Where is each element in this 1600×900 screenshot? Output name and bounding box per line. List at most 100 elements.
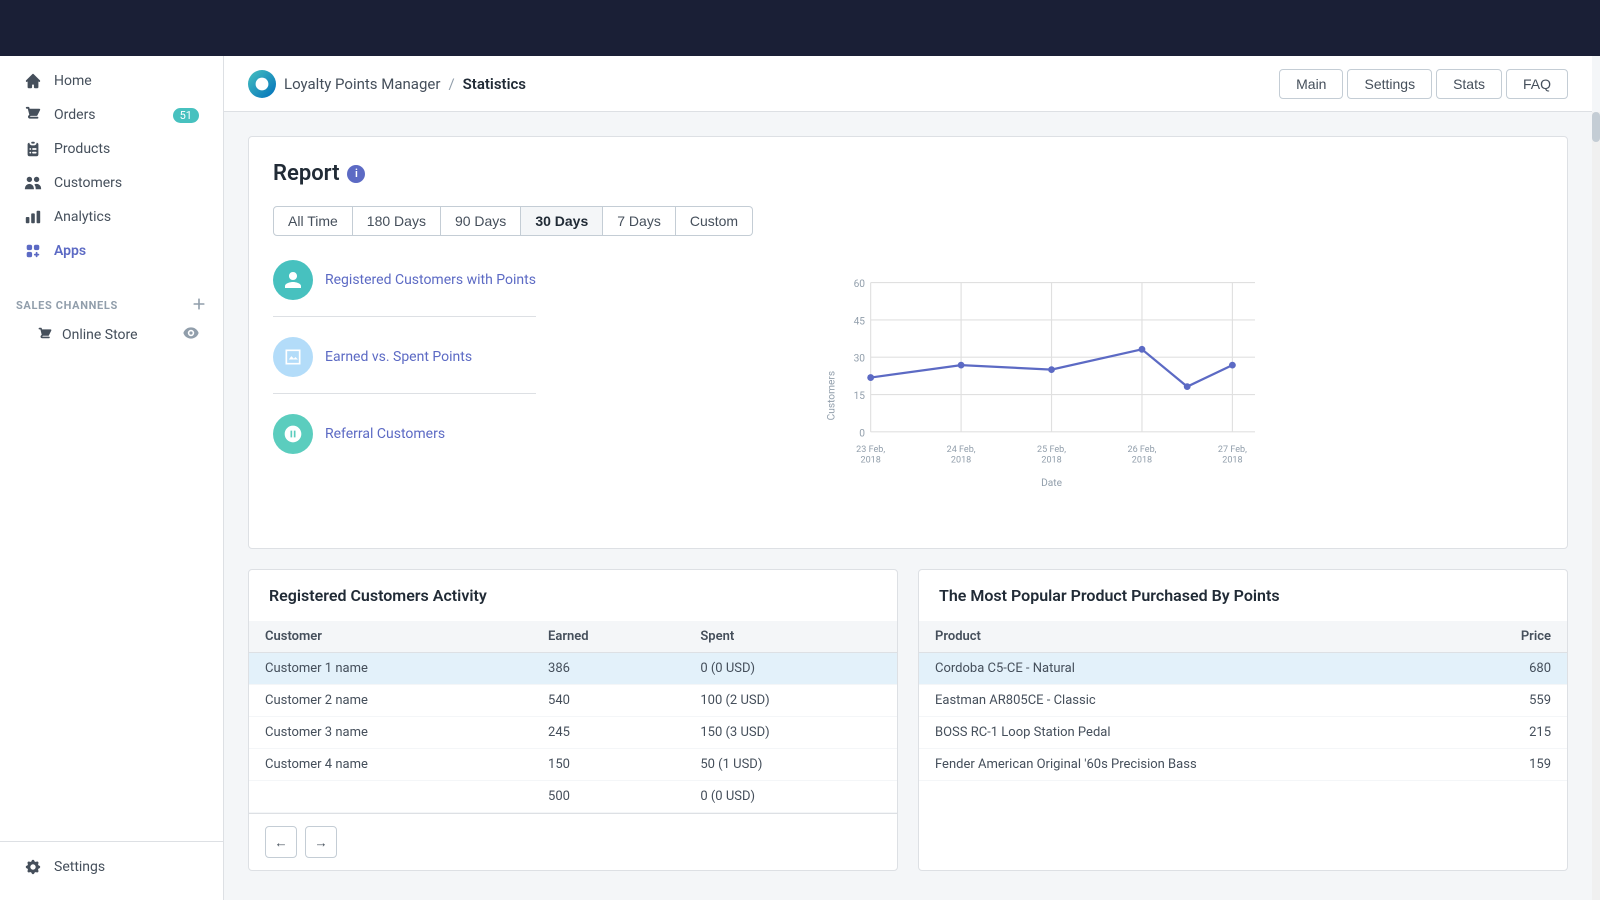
sidebar-item-label: Customers: [54, 175, 122, 191]
table-row[interactable]: 500 0 (0 USD): [249, 781, 897, 813]
registered-icon: [273, 260, 313, 300]
svg-text:23 Feb,: 23 Feb,: [856, 445, 885, 455]
product-price: 680: [1454, 653, 1567, 685]
customers-activity-card: Registered Customers Activity Customer E…: [248, 569, 898, 871]
time-filters: All Time 180 Days 90 Days 30 Days 7 Days…: [273, 206, 1543, 236]
tab-stats[interactable]: Stats: [1436, 69, 1502, 99]
svg-text:2018: 2018: [1041, 455, 1061, 465]
svg-text:30: 30: [854, 354, 866, 365]
svg-text:2018: 2018: [860, 455, 880, 465]
home-icon: [24, 72, 42, 90]
app-name: Loyalty Points Manager: [284, 75, 440, 93]
filter-180-days[interactable]: 180 Days: [353, 206, 441, 236]
earned-val: 150: [532, 749, 684, 781]
sidebar-item-products[interactable]: Products: [8, 132, 215, 166]
filter-30-days[interactable]: 30 Days: [521, 206, 603, 236]
table-row[interactable]: BOSS RC-1 Loop Station Pedal 215: [919, 717, 1567, 749]
sales-channels-title: SALES CHANNELS: [16, 299, 118, 312]
col-customer: Customer: [249, 621, 532, 653]
col-price: Price: [1454, 621, 1567, 653]
products-table-title: The Most Popular Product Purchased By Po…: [919, 570, 1567, 621]
app-header: Loyalty Points Manager / Statistics Main…: [224, 56, 1592, 112]
product-name: Eastman AR805CE - Classic: [919, 685, 1454, 717]
filter-7-days[interactable]: 7 Days: [603, 206, 676, 236]
info-icon[interactable]: i: [347, 165, 365, 183]
customer-name: Customer 2 name: [249, 685, 532, 717]
customer-name: Customer 1 name: [249, 653, 532, 685]
sidebar-item-analytics[interactable]: Analytics: [8, 200, 215, 234]
sidebar-item-home[interactable]: Home: [8, 64, 215, 98]
online-store-label: Online Store: [62, 327, 138, 343]
product-price: 159: [1454, 749, 1567, 781]
scrollbar-track[interactable]: [1592, 112, 1600, 900]
sidebar-item-customers[interactable]: Customers: [8, 166, 215, 200]
top-bar: [0, 0, 1600, 56]
sidebar-item-label: Analytics: [54, 209, 111, 225]
legend-referral-label: Referral Customers: [325, 426, 445, 442]
tab-main[interactable]: Main: [1279, 69, 1343, 99]
tables-row: Registered Customers Activity Customer E…: [248, 569, 1568, 871]
table-row[interactable]: Customer 3 name 245 150 (3 USD): [249, 717, 897, 749]
svg-text:2018: 2018: [951, 455, 971, 465]
svg-text:15: 15: [854, 391, 866, 402]
spent-val: 100 (2 USD): [684, 685, 897, 717]
table-row[interactable]: Cordoba C5-CE - Natural 680: [919, 653, 1567, 685]
tab-faq[interactable]: FAQ: [1506, 69, 1568, 99]
customers-icon: [24, 174, 42, 192]
legend-referral[interactable]: Referral Customers: [273, 414, 536, 470]
legend-registered[interactable]: Registered Customers with Points: [273, 260, 536, 317]
filter-custom[interactable]: Custom: [676, 206, 753, 236]
analytics-icon: [24, 208, 42, 226]
filter-90-days[interactable]: 90 Days: [441, 206, 521, 236]
earned-val: 500: [532, 781, 684, 813]
table-row[interactable]: Customer 4 name 150 50 (1 USD): [249, 749, 897, 781]
sidebar-item-apps[interactable]: Apps: [8, 234, 215, 268]
svg-text:26 Feb,: 26 Feb,: [1127, 445, 1156, 455]
svg-text:Customers: Customers: [826, 371, 837, 420]
customers-table-title: Registered Customers Activity: [249, 570, 897, 621]
customer-name: Customer 4 name: [249, 749, 532, 781]
product-name: Fender American Original '60s Precision …: [919, 749, 1454, 781]
prev-page-button[interactable]: ←: [265, 826, 297, 858]
products-table: Product Price Cordoba C5-CE - Natural 68…: [919, 621, 1567, 781]
customers-table: Customer Earned Spent Customer 1 name 38…: [249, 621, 897, 813]
table-row[interactable]: Customer 1 name 386 0 (0 USD): [249, 653, 897, 685]
svg-text:2018: 2018: [1132, 455, 1152, 465]
svg-text:24 Feb,: 24 Feb,: [947, 445, 976, 455]
sidebar-item-label: Apps: [54, 243, 86, 259]
earned-val: 245: [532, 717, 684, 749]
add-channel-icon[interactable]: [191, 296, 207, 315]
scrollbar-thumb[interactable]: [1592, 112, 1600, 142]
col-earned: Earned: [532, 621, 684, 653]
breadcrumb: Loyalty Points Manager / Statistics: [284, 75, 526, 93]
chart-legend: Registered Customers with Points Earned …: [273, 260, 536, 470]
legend-earned-spent[interactable]: Earned vs. Spent Points: [273, 337, 536, 394]
legend-earned-spent-label: Earned vs. Spent Points: [325, 349, 472, 365]
product-price: 559: [1454, 685, 1567, 717]
eye-icon[interactable]: [183, 325, 199, 345]
referral-icon: [273, 414, 313, 454]
filter-all-time[interactable]: All Time: [273, 206, 353, 236]
sidebar-item-settings[interactable]: Settings: [8, 850, 215, 884]
table-row[interactable]: Customer 2 name 540 100 (2 USD): [249, 685, 897, 717]
earned-icon: [273, 337, 313, 377]
table-row[interactable]: Fender American Original '60s Precision …: [919, 749, 1567, 781]
sidebar-item-label: Orders: [54, 107, 96, 123]
sidebar-item-online-store[interactable]: Online Store: [8, 319, 215, 351]
chart-container: Customers 60 45 30 15 0: [560, 260, 1543, 524]
tab-settings[interactable]: Settings: [1347, 69, 1432, 99]
breadcrumb-sep: /: [448, 75, 454, 93]
app-logo: [248, 70, 276, 98]
sidebar-item-orders[interactable]: Orders 51: [8, 98, 215, 132]
spent-val: 0 (0 USD): [684, 781, 897, 813]
svg-text:0: 0: [859, 428, 865, 439]
earned-val: 540: [532, 685, 684, 717]
sidebar-item-label: Home: [54, 73, 92, 89]
store-icon: [36, 326, 54, 344]
next-page-button[interactable]: →: [305, 826, 337, 858]
svg-text:Date: Date: [1041, 478, 1063, 489]
spent-val: 50 (1 USD): [684, 749, 897, 781]
col-product: Product: [919, 621, 1454, 653]
table-row[interactable]: Eastman AR805CE - Classic 559: [919, 685, 1567, 717]
product-price: 215: [1454, 717, 1567, 749]
